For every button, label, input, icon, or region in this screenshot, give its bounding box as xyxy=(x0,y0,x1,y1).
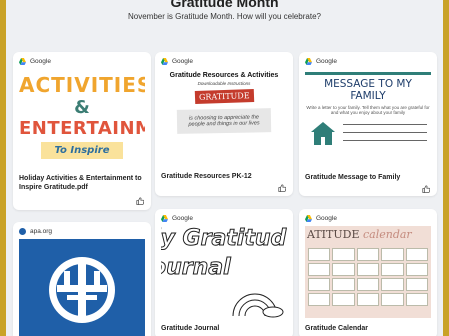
post-source-label: Google xyxy=(172,58,193,65)
thumb-heading-script: calendar xyxy=(362,228,412,241)
thumb-subheading: Downloadable Instructions xyxy=(197,81,251,86)
post-card-apa[interactable]: apa.org xyxy=(13,222,151,336)
post-caption: Gratitude Calendar xyxy=(305,325,369,332)
post-card-journal[interactable]: Google ly Gratitud ournal Gratitude Jour… xyxy=(155,209,293,336)
thumb-tag: GRATITUDE xyxy=(194,88,254,105)
post-caption: Gratitude Message to Family xyxy=(305,174,401,181)
post-source-label: apa.org xyxy=(30,228,53,235)
house-icon xyxy=(311,122,335,145)
thumb-heading: Gratitude Resources & Activities xyxy=(169,72,279,79)
page-title: Gratitude Month xyxy=(170,0,279,10)
thumb-line2: ournal xyxy=(161,255,231,281)
thumb-heading: MESSAGE TO MY FAMILY xyxy=(324,78,412,102)
post-thumbnail[interactable]: MESSAGE TO MY FAMILY Write a letter to y… xyxy=(305,69,431,170)
thumb-line3: ENTERTAINMENT xyxy=(19,118,145,139)
google-drive-icon xyxy=(161,215,168,222)
post-card-calendar[interactable]: Google ATITUDE calendar Gratitude Calend… xyxy=(299,209,437,336)
post-source: Google xyxy=(161,58,193,65)
google-drive-icon xyxy=(305,58,312,65)
post-source-label: Google xyxy=(30,58,51,65)
post-thumbnail[interactable]: ACTIVITIES & ENTERTAINMENT To Inspire xyxy=(19,69,145,170)
writing-lines xyxy=(343,124,427,148)
google-drive-icon xyxy=(19,58,26,65)
post-caption: Holiday Activities & Entertainment to In… xyxy=(19,175,142,191)
post-source-label: Google xyxy=(316,215,337,222)
page-subtitle: November is Gratitude Month. How will yo… xyxy=(128,12,321,21)
thumb-heading-text: ATITUDE xyxy=(307,228,360,241)
google-drive-icon xyxy=(161,58,168,65)
post-caption: Gratitude Resources PK-12 xyxy=(161,173,252,180)
rainbow-icon xyxy=(232,293,284,318)
thumbs-up-icon[interactable] xyxy=(136,197,144,205)
gratitude-board: Gratitude Month November is Gratitude Mo… xyxy=(6,0,443,336)
thumb-heading: ATITUDE calendar xyxy=(305,226,431,241)
post-source: Google xyxy=(19,58,51,65)
post-card-message[interactable]: Google MESSAGE TO MY FAMILY Write a lett… xyxy=(299,52,437,196)
post-caption: Gratitude Journal xyxy=(161,325,220,332)
google-drive-icon xyxy=(305,215,312,222)
post-thumbnail[interactable] xyxy=(19,239,145,336)
post-card-resources[interactable]: Google Gratitude Resources & Activities … xyxy=(155,52,293,196)
post-thumbnail[interactable]: Gratitude Resources & Activities Downloa… xyxy=(161,69,287,169)
post-thumbnail[interactable]: ATITUDE calendar xyxy=(305,226,431,318)
thumbs-up-icon[interactable] xyxy=(278,184,286,192)
thumb-note: is choosing to appreciate the people and… xyxy=(176,108,272,134)
post-thumbnail[interactable]: ly Gratitud ournal xyxy=(161,226,287,318)
post-source: Google xyxy=(161,215,193,222)
post-source-label: Google xyxy=(172,215,193,222)
post-source: apa.org xyxy=(19,228,52,235)
thumb-banner: To Inspire xyxy=(41,142,123,159)
thumb-line2: & xyxy=(74,97,90,118)
apa-globe-icon xyxy=(19,228,26,235)
apa-logo-icon xyxy=(49,257,115,323)
post-card-activities[interactable]: Google ACTIVITIES & ENTERTAINMENT To Ins… xyxy=(13,52,151,210)
thumbs-up-icon[interactable] xyxy=(422,185,430,193)
thumb-subheading: Write a letter to your family. Tell them… xyxy=(306,105,430,115)
post-source: Google xyxy=(305,58,337,65)
calendar-grid xyxy=(308,248,428,306)
post-source-label: Google xyxy=(316,58,337,65)
thumb-line1: ly Gratitud xyxy=(161,226,287,252)
post-source: Google xyxy=(305,215,337,222)
thumb-bar xyxy=(305,72,431,75)
thumb-line1: ACTIVITIES xyxy=(19,73,145,97)
